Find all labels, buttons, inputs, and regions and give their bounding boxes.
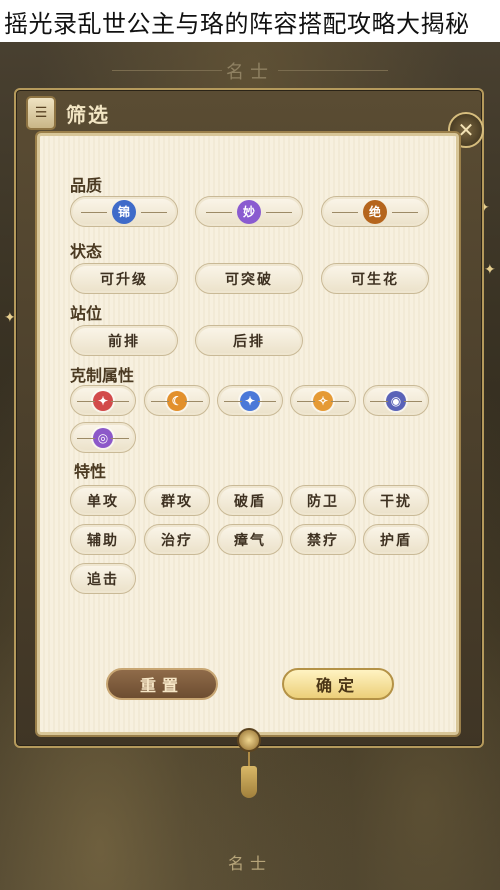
banner-title: 摇光录乱世公主与珞的阵容搭配攻略大揭秘 (4, 9, 470, 38)
trait-option[interactable]: 追击 (70, 563, 136, 594)
close-icon: ✕ (457, 118, 475, 142)
dialog-header: ☰ 筛选 (26, 92, 126, 134)
title-banner: 摇光录乱世公主与珞的阵容搭配攻略大揭秘 (0, 0, 500, 42)
quality-option-jin[interactable]: 锦 (70, 196, 178, 227)
trait-option[interactable]: 禁疗 (290, 524, 356, 555)
trait-option[interactable]: 破盾 (217, 485, 283, 516)
fire-element-icon: ✦ (93, 390, 113, 411)
status-option[interactable]: 可生花 (321, 263, 429, 294)
counter-option-eye[interactable]: ◉ (363, 385, 429, 416)
dialog-title: 筛选 (66, 102, 110, 127)
background-bottom-label: 名士 (227, 854, 272, 873)
status-option[interactable]: 可突破 (195, 263, 303, 294)
counter-option-fire[interactable]: ✦ (70, 385, 136, 416)
position-option-front[interactable]: 前排 (70, 325, 178, 356)
quality-option-miao[interactable]: 妙 (195, 196, 303, 227)
confirm-button[interactable]: 确定 (282, 668, 394, 700)
moon-element-icon: ☾ (167, 390, 187, 411)
section-title-quality: 品质 (70, 176, 103, 195)
trait-option[interactable]: 辅助 (70, 524, 136, 555)
trait-option[interactable]: 瘴气 (217, 524, 283, 555)
background-top-label: 名士 (226, 62, 274, 83)
counter-option-sun[interactable]: ✧ (290, 385, 356, 416)
spiral-element-icon: ◎ (93, 427, 113, 448)
section-title-traits: 特性 (74, 462, 107, 481)
sparkle-icon: ✦ (484, 262, 496, 278)
quality-option-jue[interactable]: 绝 (321, 196, 429, 227)
counter-option-moon[interactable]: ☾ (144, 385, 210, 416)
counter-option-spiral[interactable]: ◎ (70, 422, 136, 453)
status-option[interactable]: 可升级 (70, 263, 178, 294)
eye-element-icon: ◉ (386, 390, 406, 411)
trait-option[interactable]: 干扰 (363, 485, 429, 516)
trait-option[interactable]: 群攻 (144, 485, 210, 516)
star-element-icon: ✦ (240, 390, 260, 411)
quality-jin-badge: 锦 (112, 199, 136, 224)
trait-option[interactable]: 单攻 (70, 485, 136, 516)
tassel-ornament-icon (236, 728, 262, 800)
quality-jue-badge: 绝 (363, 199, 387, 224)
reset-button[interactable]: 重置 (106, 668, 218, 700)
section-title-counter: 克制属性 (70, 366, 135, 385)
section-title-position: 站位 (70, 304, 103, 323)
trait-option[interactable]: 治疗 (144, 524, 210, 555)
section-title-status: 状态 (70, 242, 103, 261)
counter-option-star[interactable]: ✦ (217, 385, 283, 416)
quality-miao-badge: 妙 (237, 199, 261, 224)
sun-element-icon: ✧ (313, 390, 333, 411)
trait-option[interactable]: 护盾 (363, 524, 429, 555)
trait-option[interactable]: 防卫 (290, 485, 356, 516)
filter-scroll-icon: ☰ (26, 96, 56, 130)
position-option-back[interactable]: 后排 (195, 325, 303, 356)
